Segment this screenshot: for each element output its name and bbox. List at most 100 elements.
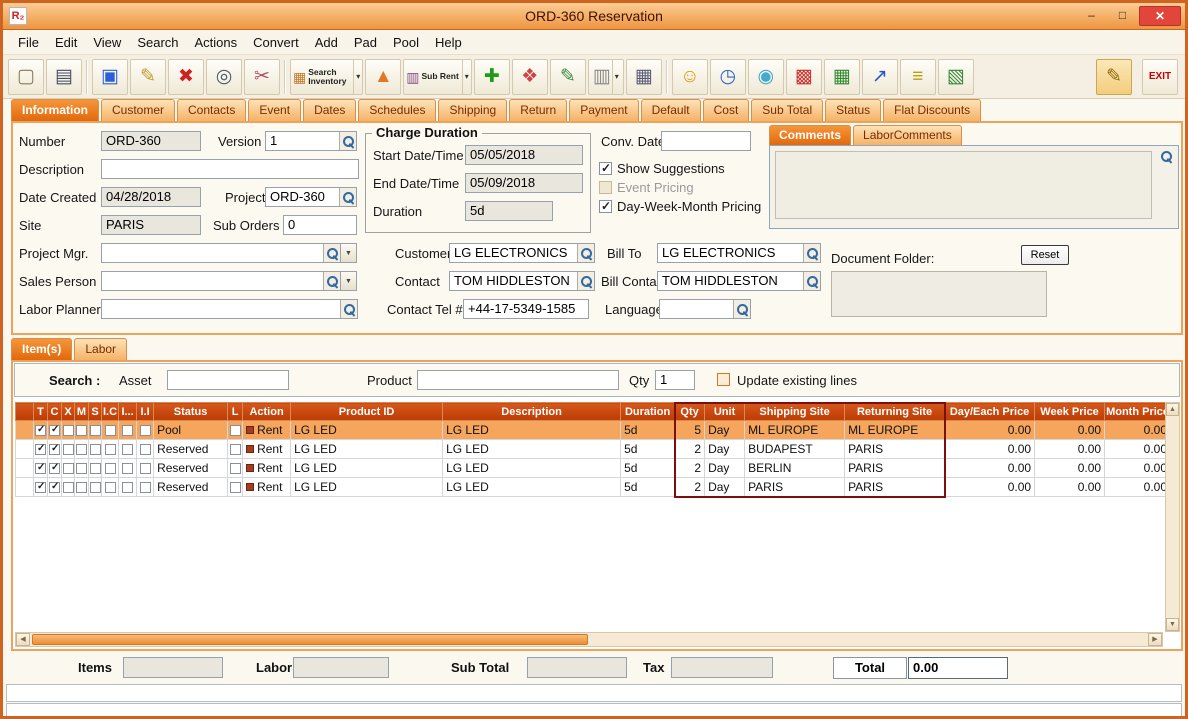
col-header-c[interactable]: C [48, 403, 62, 421]
table-row[interactable]: ReservedRentLG LEDLG LED5d2DayPARISPARIS… [16, 478, 1171, 497]
delete-button[interactable]: ✖ [168, 59, 204, 95]
table-row[interactable]: ReservedRentLG LEDLG LED5d2DayBUDAPESTPA… [16, 440, 1171, 459]
project-mgr-dropdown-button[interactable]: ▼ [340, 243, 357, 263]
show-suggestions-checkbox[interactable] [599, 162, 612, 175]
menu-help[interactable]: Help [428, 33, 469, 52]
menu-search[interactable]: Search [130, 33, 185, 52]
contact-field[interactable]: TOM HIDDLESTON [449, 271, 595, 291]
qty-input[interactable]: 1 [655, 370, 695, 390]
row-checkbox[interactable] [35, 463, 46, 474]
menu-file[interactable]: File [11, 33, 46, 52]
menu-view[interactable]: View [86, 33, 128, 52]
clock-button[interactable]: ◷ [710, 59, 746, 95]
project-mgr-search-button[interactable] [323, 244, 340, 262]
labor-planner-search-button[interactable] [340, 300, 357, 318]
sales-person-field[interactable] [101, 271, 341, 291]
scroll-right-button[interactable]: ▶ [1148, 633, 1162, 646]
l-checkbox[interactable] [230, 463, 241, 474]
scroll-down-button[interactable]: ▼ [1166, 618, 1179, 631]
smiley-button[interactable]: ☺ [672, 59, 708, 95]
show-suggestions-option[interactable]: Show Suggestions [599, 161, 725, 176]
tab-dates[interactable]: Dates [303, 99, 356, 121]
row-checkbox[interactable] [140, 425, 151, 436]
col-header-qty[interactable]: Qty [675, 403, 705, 421]
row-checkbox[interactable] [105, 444, 116, 455]
col-header-duration[interactable]: Duration [621, 403, 675, 421]
minimize-button[interactable]: – [1077, 6, 1106, 26]
tab-return[interactable]: Return [509, 99, 567, 121]
col-header-m[interactable]: M [75, 403, 89, 421]
reset-button[interactable]: Reset [1021, 245, 1069, 265]
new-document-button[interactable]: ▢ [8, 59, 44, 95]
row-checkbox[interactable] [90, 444, 101, 455]
row-checkbox[interactable] [105, 482, 116, 493]
l-checkbox[interactable] [230, 482, 241, 493]
inventory-chart-button[interactable]: ▧ [938, 59, 974, 95]
duration-field[interactable]: 5d [465, 201, 553, 221]
row-checkbox[interactable] [63, 463, 74, 474]
tab-flat-discounts[interactable]: Flat Discounts [883, 99, 981, 121]
row-checkbox[interactable] [49, 463, 60, 474]
row-checkbox[interactable] [140, 444, 151, 455]
contact-tel-field[interactable]: +44-17-5349-1585 [463, 299, 589, 319]
col-header-shipping-site[interactable]: Shipping Site [745, 403, 845, 421]
find-button[interactable]: ◎ [206, 59, 242, 95]
save-button[interactable]: ▣ [92, 59, 128, 95]
tab-item-s[interactable]: Item(s) [11, 338, 72, 360]
coins-button[interactable]: ≡ [900, 59, 936, 95]
tab-event[interactable]: Event [248, 99, 301, 121]
shapes-button[interactable]: ▲ [365, 59, 401, 95]
bill-to-search-button[interactable] [803, 244, 820, 262]
row-checkbox[interactable] [35, 444, 46, 455]
add-button[interactable]: ✚ [474, 59, 510, 95]
dropdown-arrow-icon[interactable]: ▾ [612, 60, 619, 94]
bill-contact-search-button[interactable] [803, 272, 820, 290]
row-checkbox[interactable] [63, 425, 74, 436]
comments-search-button[interactable] [1160, 150, 1173, 168]
col-header-x[interactable]: X [62, 403, 75, 421]
row-checkbox[interactable] [63, 444, 74, 455]
l-checkbox[interactable] [230, 444, 241, 455]
product-input[interactable] [417, 370, 619, 390]
row-checkbox[interactable] [49, 482, 60, 493]
col-header-l[interactable]: L [228, 403, 243, 421]
col-header-i-i[interactable]: I.I [137, 403, 154, 421]
tab-payment[interactable]: Payment [569, 99, 638, 121]
row-checkbox[interactable] [90, 482, 101, 493]
col-header-t[interactable]: T [34, 403, 48, 421]
tab-customer[interactable]: Customer [101, 99, 175, 121]
sub-orders-field[interactable]: 0 [283, 215, 357, 235]
row-checkbox[interactable] [76, 425, 87, 436]
dropdown-arrow-icon[interactable]: ▾ [353, 60, 360, 94]
col-header-i[interactable]: I... [119, 403, 137, 421]
close-button[interactable]: ✕ [1139, 6, 1181, 26]
vertical-scrollbar[interactable]: ▲ ▼ [1165, 402, 1180, 632]
highlight-wand-button[interactable]: ✎ [1096, 59, 1132, 95]
exit-button[interactable]: EXIT [1142, 59, 1178, 95]
version-search-button[interactable] [339, 132, 356, 150]
col-header-returning-site[interactable]: Returning Site [845, 403, 945, 421]
col-header-unit[interactable]: Unit [705, 403, 745, 421]
col-header-day-each-price[interactable]: Day/Each Price [945, 403, 1035, 421]
table-row[interactable]: ReservedRentLG LEDLG LED5d2DayBERLINPARI… [16, 459, 1171, 478]
menu-pool[interactable]: Pool [386, 33, 426, 52]
tab-labor[interactable]: Labor [74, 338, 127, 360]
dwm-pricing-checkbox[interactable] [599, 200, 612, 213]
row-checkbox[interactable] [63, 482, 74, 493]
dwm-pricing-option[interactable]: Day-Week-Month Pricing [599, 199, 761, 214]
update-lines-checkbox[interactable] [717, 373, 730, 386]
row-checkbox[interactable] [140, 482, 151, 493]
tab-sub-total[interactable]: Sub Total [751, 99, 823, 121]
horizontal-scrollbar[interactable]: ◀ ▶ [15, 632, 1163, 647]
print-button[interactable]: ▤ [46, 59, 82, 95]
tab-status[interactable]: Status [825, 99, 881, 121]
row-checkbox[interactable] [76, 482, 87, 493]
tab-cost[interactable]: Cost [703, 99, 750, 121]
col-header-description[interactable]: Description [443, 403, 621, 421]
row-checkbox[interactable] [35, 482, 46, 493]
menu-convert[interactable]: Convert [246, 33, 306, 52]
row-checkbox[interactable] [90, 463, 101, 474]
language-search-button[interactable] [733, 300, 750, 318]
tab-comments[interactable]: Comments [769, 125, 851, 145]
menu-pad[interactable]: Pad [347, 33, 384, 52]
